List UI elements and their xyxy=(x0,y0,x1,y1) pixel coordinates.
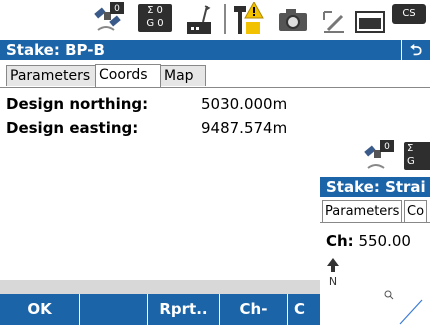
sat-badge: 0 xyxy=(114,4,120,14)
battery-icon[interactable] xyxy=(355,10,387,38)
sigma-count: Σ 0 xyxy=(147,5,163,16)
page-title: Stake: BP-B xyxy=(6,41,105,59)
g-count: G 0 xyxy=(146,18,164,29)
satellite-icon[interactable]: 0 xyxy=(90,2,126,40)
status-bar: 0 Σ 0 G 0 CS xyxy=(0,0,430,40)
empty-softkey[interactable] xyxy=(80,294,148,325)
tab-coords[interactable]: Coords xyxy=(95,64,161,87)
second-window-title: Stake: Strai xyxy=(320,177,430,197)
ok-softkey[interactable]: OK xyxy=(0,294,80,325)
radio-link-icon[interactable] xyxy=(185,2,215,40)
tab-parameters[interactable]: Parameters xyxy=(6,65,96,86)
tab-parameters[interactable]: Parameters xyxy=(322,200,403,222)
north-label: N xyxy=(329,275,337,288)
tab-coords[interactable]: Co xyxy=(404,200,428,222)
pen-icon[interactable] xyxy=(320,8,348,38)
tab-map[interactable]: Map xyxy=(160,65,206,86)
g-count: G xyxy=(407,156,415,167)
title-bar: Stake: BP-B ⮌ xyxy=(0,40,430,60)
camera-icon[interactable] xyxy=(278,8,308,36)
north-arrow-icon: N xyxy=(326,258,340,292)
tab-strip: Parameters Coords Map xyxy=(0,61,430,88)
design-northing-value: 5030.000m xyxy=(201,95,288,113)
status-divider xyxy=(224,4,226,34)
antenna-warning-icon[interactable] xyxy=(232,0,264,40)
second-window-tabs: Parameters Co xyxy=(320,200,430,223)
chainage-label: Ch: xyxy=(326,232,354,250)
chainage-row: Ch: 550.00 xyxy=(326,232,411,250)
design-easting-value: 9487.574m xyxy=(201,119,288,137)
chainage-value: 550.00 xyxy=(358,232,411,250)
map-zoom-icon[interactable] xyxy=(380,288,430,325)
design-easting-label: Design easting: xyxy=(6,119,139,137)
satellite-icon: 0 xyxy=(360,140,396,178)
sigma-g-counter-icon: Σ G xyxy=(404,142,430,170)
design-northing-label: Design northing: xyxy=(6,95,149,113)
report-softkey[interactable]: Rprt.. xyxy=(148,294,220,325)
sigma-count: Σ xyxy=(407,143,414,154)
back-button[interactable]: ⮌ xyxy=(401,40,430,60)
content-footer-strip xyxy=(0,280,320,294)
ch-minus-softkey[interactable]: Ch- xyxy=(220,294,288,325)
overlapping-stake-window[interactable]: 0 Σ G Stake: Strai Parameters Co Ch: 550… xyxy=(320,140,430,325)
sat-badge: 0 xyxy=(384,142,390,152)
sigma-g-counter-icon[interactable]: Σ 0 G 0 xyxy=(138,4,172,32)
controller-cs-icon[interactable]: CS xyxy=(392,4,426,24)
